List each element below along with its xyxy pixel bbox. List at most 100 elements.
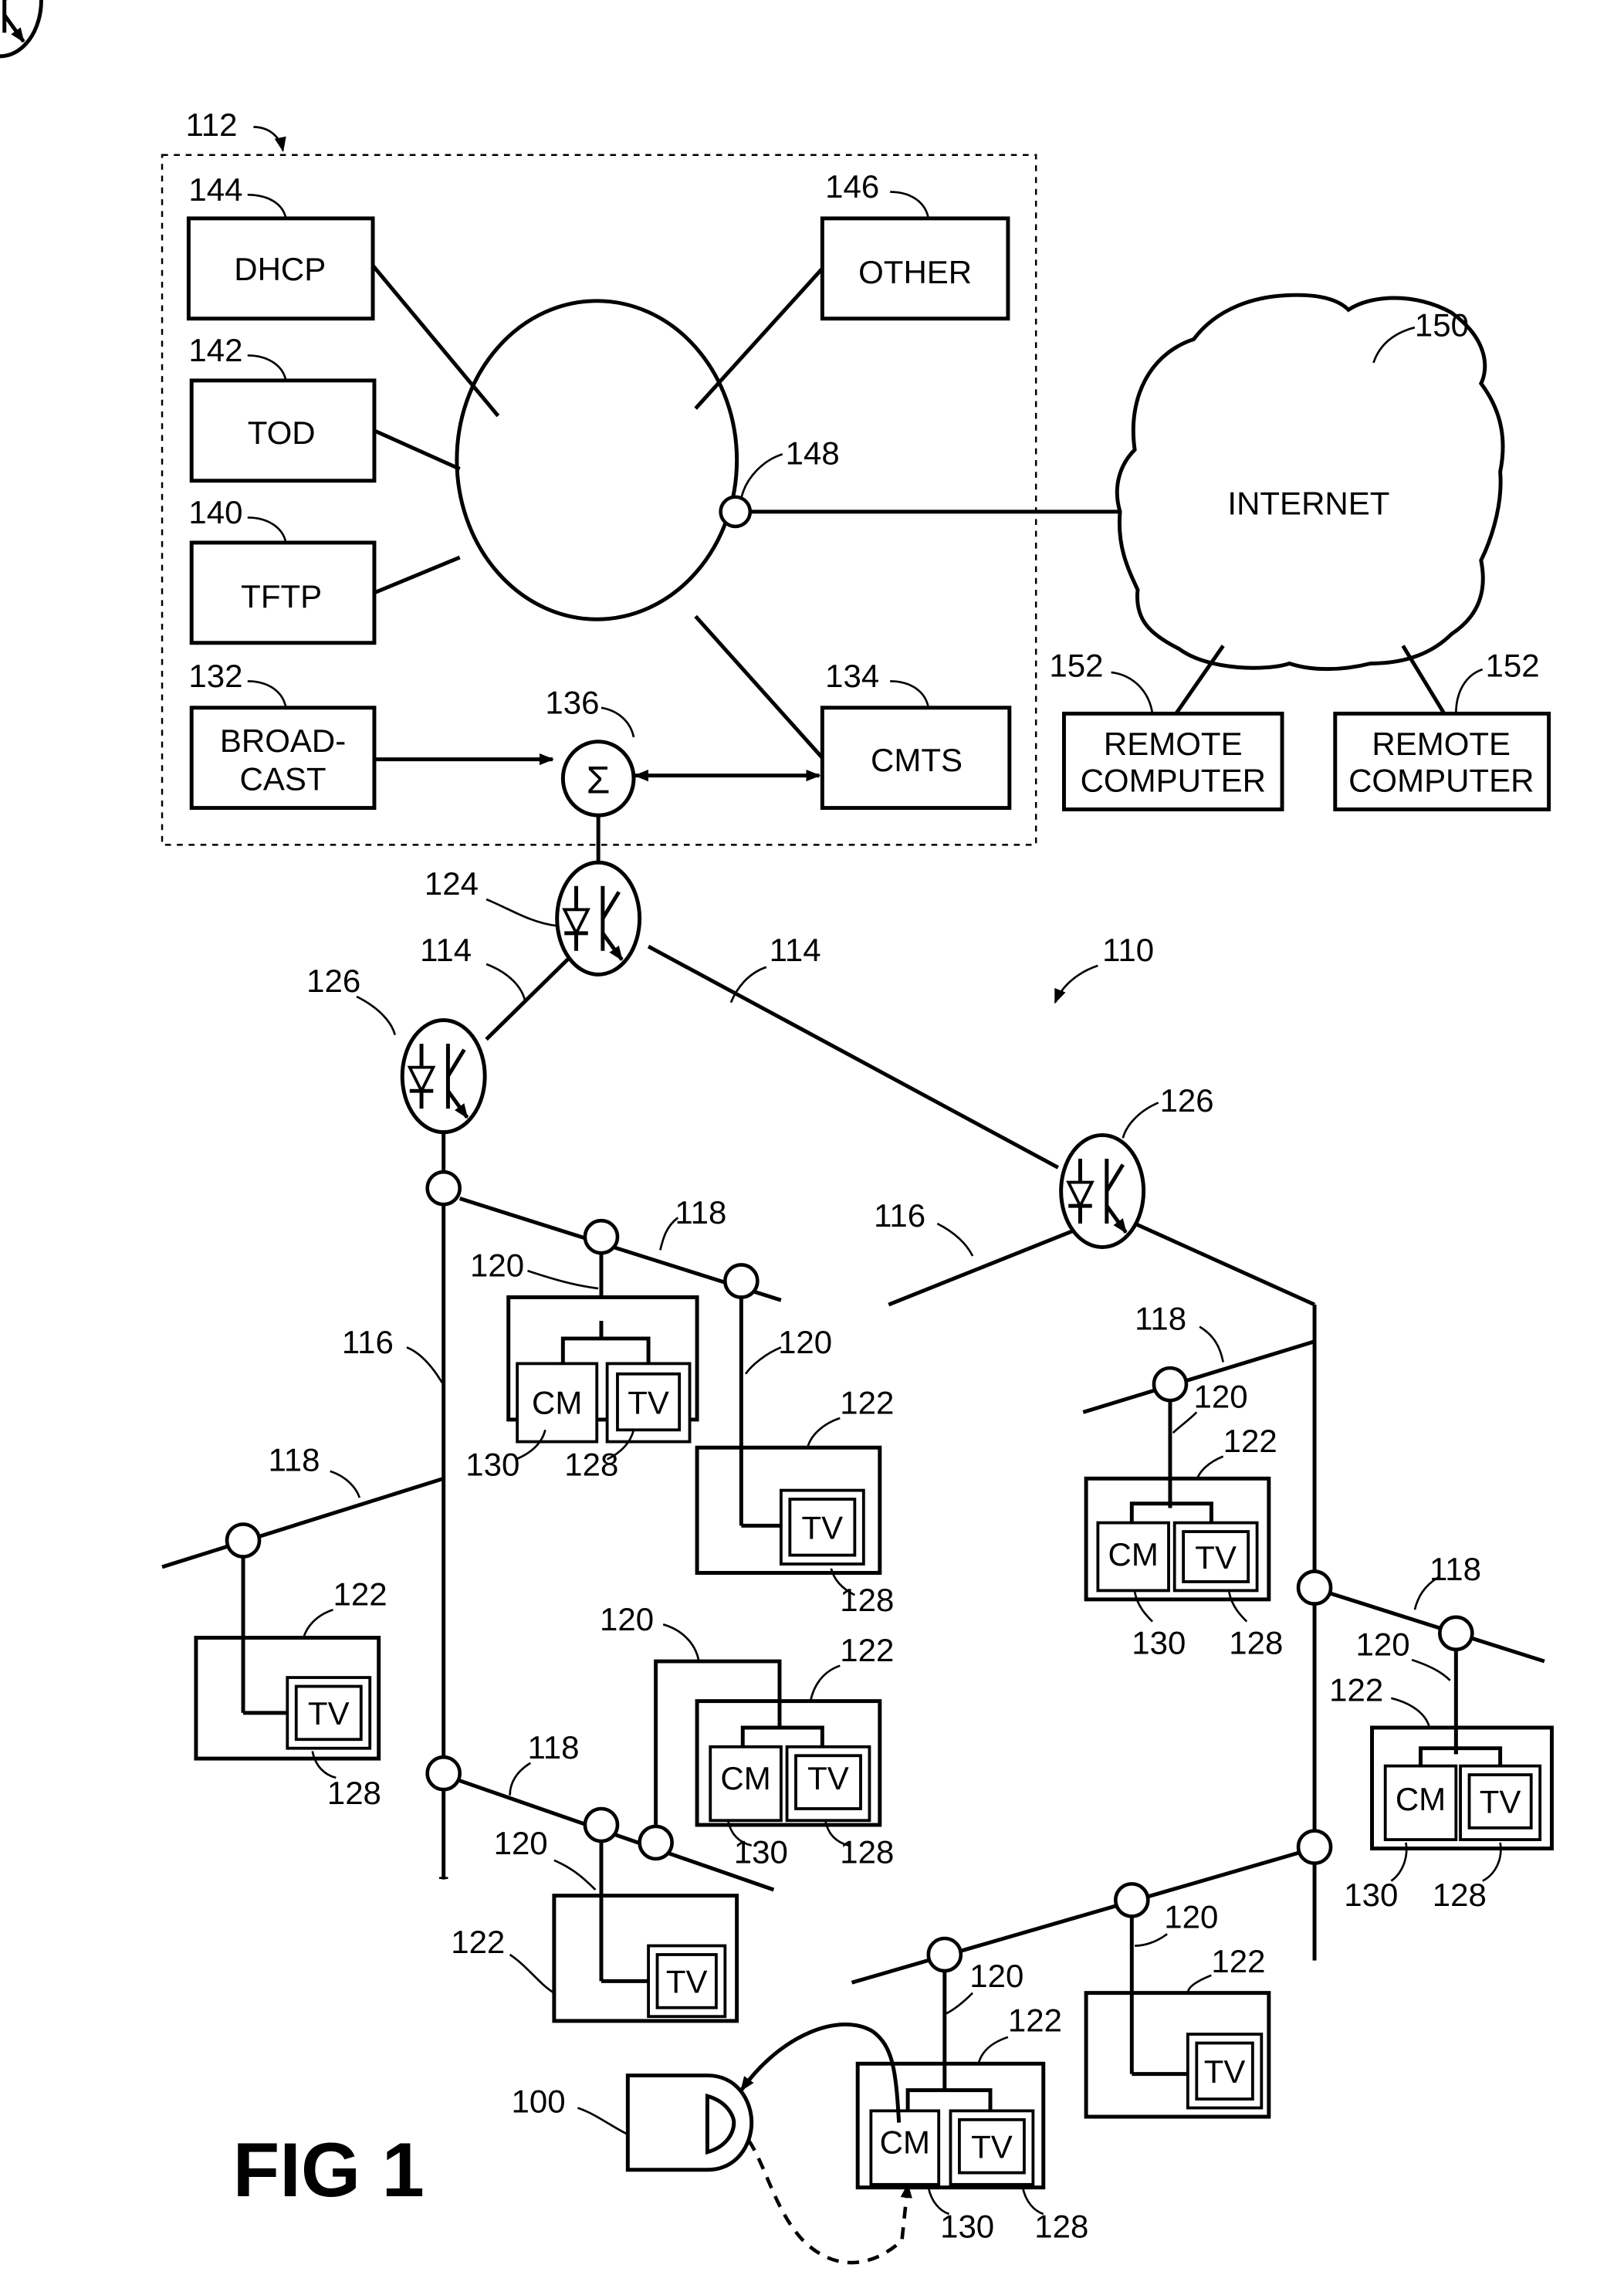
remote-label-1b: COMPUTER: [1081, 763, 1266, 799]
ref-122-a: 122: [840, 1384, 894, 1420]
ref-100: 100: [512, 2083, 566, 2119]
cm-label: CM: [1396, 1781, 1446, 1817]
leader-122-d: [509, 1953, 555, 1994]
remote-link-2: [1401, 645, 1446, 715]
fiber-114-right: [647, 944, 1060, 1170]
ref-118-d: 118: [1135, 1300, 1186, 1336]
fig1-diagram: 112 148 DHCP 144 TOD 142 TFTP 140 BROAD-…: [0, 0, 1554, 2265]
home-122-tv-d: TV: [1084, 1991, 1271, 2119]
ref-122-e: 122: [1223, 1423, 1277, 1459]
optical-node-symbol: [0, 0, 43, 59]
tod-server: TOD 142: [188, 332, 377, 483]
tv-label: TV: [308, 1695, 350, 1732]
leader-134: [890, 680, 930, 709]
tv-label: TV: [1480, 1784, 1521, 1820]
ref-120-b: 120: [778, 1324, 832, 1360]
leader-122-f: [1391, 1697, 1431, 1728]
leader-126-b: [1122, 1102, 1159, 1139]
ref-128-c: 128: [327, 1775, 381, 1811]
device-cable: [739, 2023, 902, 2123]
tftp-link: [374, 555, 461, 595]
tftp-server: TFTP 140: [188, 494, 377, 645]
ref-122-g: 122: [1211, 1943, 1265, 1979]
device-100: 100: [512, 2023, 912, 2265]
other-server: OTHER 146: [820, 168, 1010, 321]
leader-150: [1372, 326, 1416, 364]
home-122-cm-tv-c: CM TV: [1084, 1476, 1271, 1602]
ref-130-b: 130: [734, 1834, 788, 1870]
leader-114-b: [729, 966, 767, 1004]
leader-126-a: [356, 995, 396, 1035]
cmts-link: [694, 614, 824, 760]
tod-label: TOD: [248, 415, 316, 451]
home-122-cm-tv-e: CM TV: [855, 2061, 1046, 2190]
leader-120-h: [946, 1992, 974, 2015]
ref-130-a: 130: [465, 1446, 519, 1482]
leader-118-d: [1199, 1325, 1224, 1363]
ref-118-c: 118: [528, 1729, 580, 1765]
ref-140: 140: [188, 494, 242, 530]
leader-122-h: [977, 2036, 1009, 2064]
ref-136: 136: [545, 684, 599, 720]
leader-152-a: [1111, 671, 1154, 714]
ref-118-e: 118: [1429, 1551, 1481, 1587]
feeder-118: [161, 1476, 445, 1569]
ref-120-h: 120: [969, 1958, 1023, 1994]
ref-150: 150: [1415, 307, 1469, 344]
remote-label-2b: COMPUTER: [1348, 763, 1534, 799]
tv-label: TV: [802, 1510, 844, 1546]
ref-116-b: 116: [874, 1197, 925, 1234]
ref-148: 148: [786, 435, 840, 472]
broadcast-label-line1: BROAD-: [220, 723, 346, 759]
ref-134: 134: [825, 658, 879, 694]
tv-label: TV: [1204, 2053, 1246, 2090]
tv-label: TV: [807, 1760, 849, 1796]
dhcp-link: [371, 264, 500, 418]
ref-120-a: 120: [470, 1247, 524, 1284]
leader-122-e: [1196, 1455, 1224, 1481]
leader-120-g: [1135, 1933, 1168, 1947]
home-122-tv-c: TV: [552, 1894, 739, 2023]
leader-144: [247, 194, 287, 219]
ref-130-d: 130: [1344, 1877, 1398, 1913]
tap: [1114, 1882, 1150, 1918]
dhcp-label: DHCP: [234, 251, 326, 287]
tv-label: TV: [1195, 1539, 1237, 1576]
ref-118-a: 118: [675, 1194, 726, 1231]
tap: [425, 1170, 462, 1207]
figure-title: FIG 1: [233, 2128, 425, 2213]
ref-146: 146: [825, 168, 879, 205]
leader-128-e: [1228, 1592, 1248, 1623]
other-label: OTHER: [858, 254, 972, 290]
home-122-cm-tv-d: CM TV: [1370, 1725, 1554, 1851]
leader-118-c: [509, 1762, 532, 1796]
ref-110: 110: [1102, 932, 1154, 968]
optical-node-124: [557, 862, 640, 974]
ref-120-c: 120: [600, 1601, 654, 1637]
leader-124: [486, 898, 557, 927]
ref-130-c: 130: [1132, 1625, 1186, 1661]
ref-120-d: 120: [494, 1825, 548, 1861]
tap: [1296, 1569, 1333, 1606]
tap: [225, 1522, 262, 1559]
tv-label: TV: [628, 1384, 669, 1420]
leader-146: [890, 191, 930, 219]
tap: [638, 1824, 674, 1861]
dhcp-server: DHCP 144: [186, 171, 375, 321]
ref-126-a: 126: [306, 963, 360, 999]
home-122-cm-tv-b: CM TV: [695, 1699, 882, 1827]
ref-128-d: 128: [840, 1834, 894, 1870]
cm-label: CM: [532, 1384, 582, 1420]
leader-120-c: [662, 1623, 700, 1660]
ref-122-c: 122: [840, 1632, 894, 1668]
internet-cloud: INTERNET 150: [1115, 293, 1505, 672]
ref-122-d: 122: [451, 1924, 505, 1960]
tap: [583, 1218, 620, 1255]
ref-122-h: 122: [1008, 2002, 1062, 2038]
leader-120-e: [1172, 1411, 1198, 1434]
left-trunk: 116 118 CM TV 120 130 128 TV 120 122 128…: [161, 1132, 894, 2023]
leader-142: [247, 354, 287, 381]
leader-152-b: [1455, 668, 1484, 714]
other-link: [694, 267, 824, 410]
router-circle: [455, 299, 739, 621]
